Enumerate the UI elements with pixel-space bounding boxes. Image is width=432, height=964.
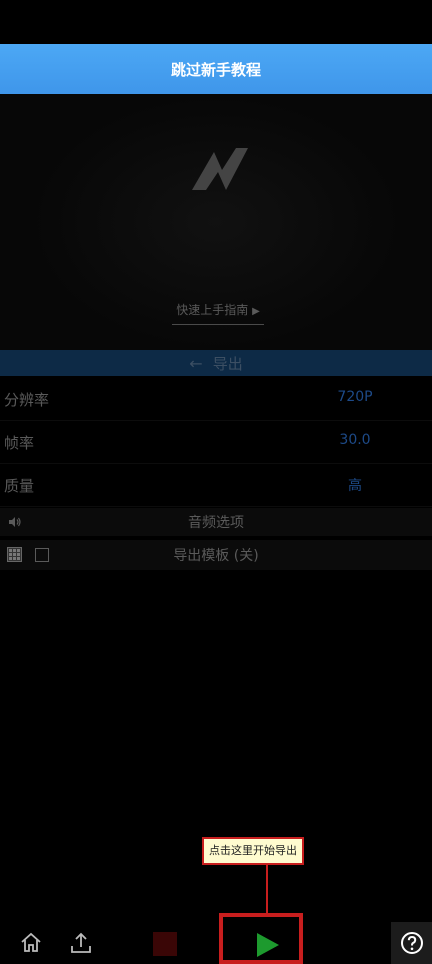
help-icon xyxy=(401,932,423,954)
quality-label: 质量 xyxy=(4,477,35,495)
share-icon[interactable] xyxy=(68,930,94,956)
tooltip-connector-line xyxy=(266,865,268,914)
export-template-label: 导出模板 (关) xyxy=(173,548,259,564)
resolution-row[interactable]: 分辨率 720P xyxy=(0,377,432,421)
audio-options-button[interactable]: 音频选项 xyxy=(0,508,432,536)
stop-icon[interactable] xyxy=(153,932,177,956)
skip-tutorial-label: 跳过新手教程 xyxy=(170,60,261,79)
back-arrow-icon[interactable]: ← xyxy=(189,354,202,373)
export-template-row: 导出模板 (关) xyxy=(0,540,432,570)
frame-rate-value[interactable]: 30.0 xyxy=(300,432,410,448)
quality-row[interactable]: 质量 高 xyxy=(0,463,432,507)
template-icon xyxy=(7,547,22,562)
export-highlight-frame xyxy=(219,913,303,964)
app-logo-icon xyxy=(192,148,248,190)
start-export-tooltip: 点击这里开始导出 xyxy=(202,837,304,865)
export-title: 导出 xyxy=(212,354,243,373)
help-button[interactable] xyxy=(391,922,432,964)
guide-arrow-icon: ▶ xyxy=(252,306,260,317)
tooltip-text: 点击这里开始导出 xyxy=(209,844,297,857)
speaker-icon xyxy=(9,517,21,527)
home-icon[interactable] xyxy=(18,930,44,956)
video-preview: 快速上手指南 ▶ xyxy=(0,94,432,350)
export-screen: 跳过新手教程 快速上手指南 ▶ ← 导出 分辨率 720P 帧率 30.0 质量… xyxy=(0,0,432,964)
audio-options-label: 音频选项 xyxy=(188,515,244,531)
quality-value[interactable]: 高 xyxy=(300,475,410,495)
frame-rate-label: 帧率 xyxy=(4,434,35,452)
export-panel-header: ← 导出 xyxy=(0,350,432,376)
quick-guide-label: 快速上手指南 xyxy=(176,303,249,317)
skip-tutorial-button[interactable]: 跳过新手教程 xyxy=(0,44,432,94)
bottom-toolbar xyxy=(0,922,432,964)
export-template-checkbox[interactable] xyxy=(35,548,49,562)
quick-guide-link[interactable]: 快速上手指南 ▶ xyxy=(172,300,264,325)
resolution-label: 分辨率 xyxy=(4,391,50,409)
resolution-value[interactable]: 720P xyxy=(300,389,410,405)
frame-rate-row[interactable]: 帧率 30.0 xyxy=(0,420,432,464)
